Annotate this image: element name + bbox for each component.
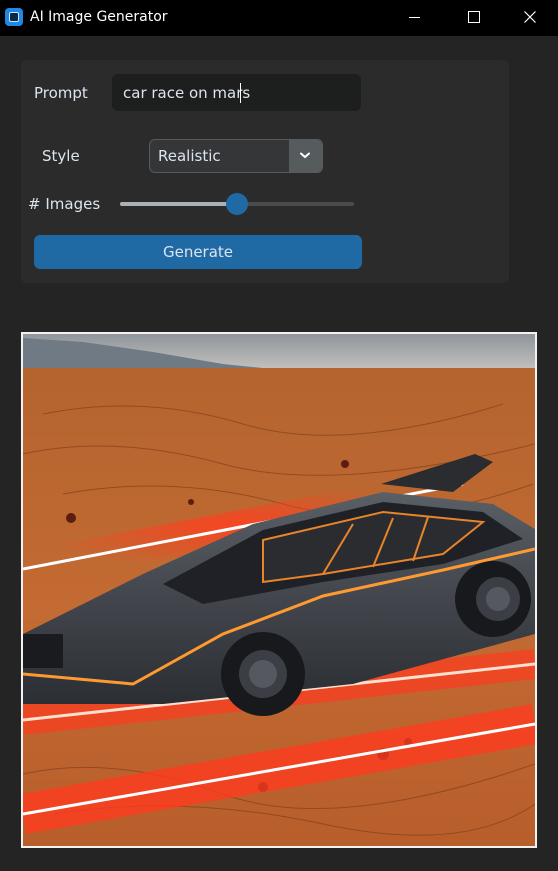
prompt-label: Prompt	[34, 84, 88, 102]
maximize-button[interactable]	[450, 0, 496, 36]
minimize-button[interactable]	[392, 0, 438, 36]
images-slider-thumb[interactable]	[226, 193, 248, 215]
images-count-label: # Images	[28, 195, 101, 213]
style-label: Style	[42, 147, 80, 165]
style-selected-value: Realistic	[158, 147, 221, 165]
dropdown-arrow-button[interactable]	[289, 140, 322, 172]
window-title: AI Image Generator	[30, 9, 168, 25]
title-bar: AI Image Generator	[0, 0, 558, 36]
close-button[interactable]	[507, 0, 553, 36]
generate-button[interactable]: Generate	[34, 235, 362, 269]
generated-image	[21, 332, 537, 848]
generated-image-picture	[23, 334, 535, 846]
prompt-input[interactable]	[112, 74, 361, 111]
images-slider-fill	[120, 202, 237, 206]
text-caret	[240, 83, 241, 103]
close-icon	[524, 11, 536, 23]
chevron-down-icon	[300, 152, 310, 159]
app-window-icon	[5, 8, 23, 26]
style-dropdown[interactable]: Realistic	[149, 139, 323, 173]
